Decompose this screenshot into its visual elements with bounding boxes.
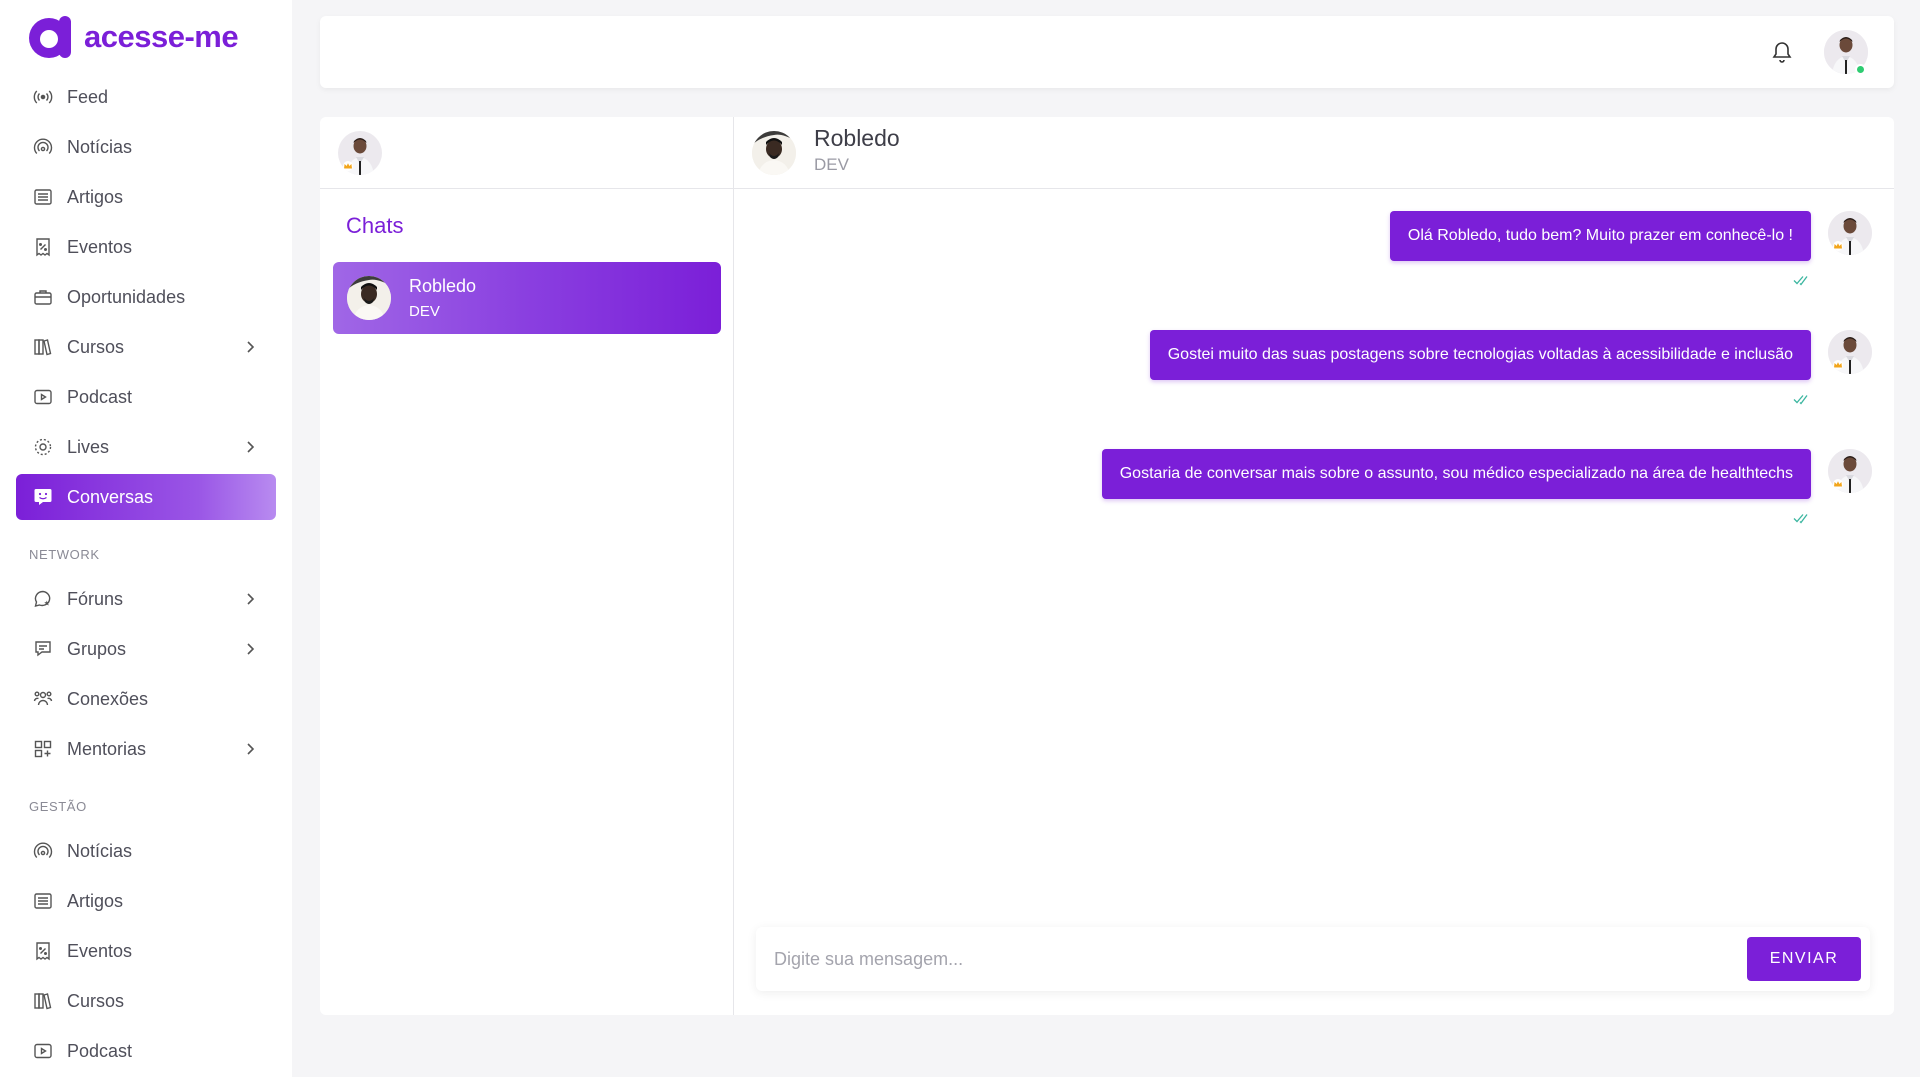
brand-name: acesse-me [84, 18, 239, 54]
crown-icon [1832, 360, 1844, 370]
sidebar-item-label: Eventos [67, 940, 133, 961]
sidebar-item-noticias[interactable]: Notícias [16, 124, 276, 170]
chevron-right-icon [242, 590, 258, 608]
current-user-avatar[interactable] [338, 131, 382, 175]
chat-panel: Chats Robledo DEV Robledo DEV Olá Robled… [320, 117, 1894, 1015]
crown-icon [1832, 241, 1844, 251]
sidebar-item-gestao-eventos[interactable]: Eventos [16, 928, 276, 974]
sidebar-item-podcast[interactable]: Podcast [16, 374, 276, 420]
sidebar-item-gestao-artigos[interactable]: Artigos [16, 878, 276, 924]
books-icon [33, 337, 53, 357]
group-chat-icon [33, 639, 53, 659]
sender-avatar [1828, 211, 1872, 255]
sidebar-item-label: Lives [67, 436, 110, 457]
top-bar [320, 16, 1894, 88]
conversation-header: Robledo DEV [734, 117, 1894, 189]
grid-icon [33, 739, 53, 759]
people-icon [33, 689, 53, 709]
signal-icon [33, 841, 53, 861]
signal-icon [33, 137, 53, 157]
chat-list-header [320, 117, 733, 189]
sidebar-item-label: Notícias [67, 840, 133, 861]
bell-icon[interactable] [1770, 38, 1794, 64]
sidebar-item-mentorias[interactable]: Mentorias [16, 726, 276, 772]
sidebar-item-label: Mentorias [67, 738, 147, 759]
conversation-pane: Robledo DEV Olá Robledo, tudo bem? Muito… [734, 117, 1894, 1015]
sidebar-item-label: Podcast [67, 1040, 133, 1061]
article-icon [33, 891, 53, 911]
logo-icon [29, 14, 72, 59]
sidebar-item-label: Conexões [67, 688, 149, 709]
contact-role: DEV [814, 155, 849, 174]
chat-list-item[interactable]: Robledo DEV [333, 262, 721, 334]
briefcase-icon [33, 287, 53, 307]
sidebar-item-label: Eventos [67, 236, 133, 257]
crown-icon [342, 161, 354, 171]
sidebar-item-label: Artigos [67, 890, 124, 911]
play-icon [33, 1041, 53, 1061]
sidebar-item-label: Artigos [67, 186, 124, 207]
sidebar-item-oportunidades[interactable]: Oportunidades [16, 274, 276, 320]
message-input[interactable] [756, 927, 1736, 991]
sidebar-item-gestao-podcast[interactable]: Podcast [16, 1028, 276, 1074]
sidebar-item-feed[interactable]: Feed [16, 74, 276, 120]
read-check-icon [1793, 395, 1808, 405]
contact-role: DEV [409, 303, 440, 320]
sidebar-item-label: Podcast [67, 386, 133, 407]
section-label-network: NETWORK [29, 547, 100, 562]
live-icon [33, 437, 53, 457]
sidebar-item-label: Oportunidades [67, 286, 186, 307]
books-icon [33, 991, 53, 1011]
chevron-right-icon [242, 438, 258, 456]
contact-avatar [347, 276, 391, 320]
crown-icon [1832, 479, 1844, 489]
sidebar-item-conexoes[interactable]: Conexões [16, 676, 276, 722]
brand-logo[interactable]: acesse-me [29, 14, 239, 59]
sidebar-item-conversas[interactable]: Conversas [16, 474, 276, 520]
message-bubble: Olá Robledo, tudo bem? Muito prazer em c… [1389, 211, 1811, 261]
read-check-icon [1793, 276, 1808, 286]
message-bubble: Gostaria de conversar mais sobre o assun… [1101, 449, 1811, 499]
contact-name: Robledo [409, 276, 477, 296]
message-bubble: Gostei muito das suas postagens sobre te… [1149, 330, 1811, 380]
sidebar-item-artigos[interactable]: Artigos [16, 174, 276, 220]
play-icon [33, 387, 53, 407]
sidebar-item-label: Notícias [67, 136, 133, 157]
sidebar-item-lives[interactable]: Lives [16, 424, 276, 470]
section-label-gestao: GESTÃO [29, 799, 87, 814]
chevron-right-icon [242, 740, 258, 758]
sidebar-item-label: Conversas [67, 486, 154, 507]
forum-icon [33, 589, 53, 609]
receipt-icon [33, 941, 53, 961]
contact-avatar[interactable] [752, 131, 796, 175]
sidebar-item-cursos[interactable]: Cursos [16, 324, 276, 370]
chat-list-pane: Chats Robledo DEV [320, 117, 734, 1015]
chats-title: Chats [346, 213, 404, 238]
sidebar-item-label: Grupos [67, 638, 127, 659]
broadcast-icon [33, 87, 53, 107]
receipt-icon [33, 237, 53, 257]
sidebar-item-label: Feed [67, 86, 109, 107]
chevron-right-icon [242, 338, 258, 356]
contact-name: Robledo [814, 125, 900, 151]
sidebar-item-grupos[interactable]: Grupos [16, 626, 276, 672]
sidebar-item-foruns[interactable]: Fóruns [16, 576, 276, 622]
sidebar: acesse-me Feed Notícias Artigos Eventos [0, 0, 292, 1077]
sidebar-item-gestao-noticias[interactable]: Notícias [16, 828, 276, 874]
sidebar-item-label: Cursos [67, 336, 125, 357]
chevron-right-icon [242, 640, 258, 658]
read-check-icon [1793, 514, 1808, 524]
sender-avatar [1828, 449, 1872, 493]
chat-icon [33, 487, 53, 507]
sidebar-item-gestao-cursos[interactable]: Cursos [16, 978, 276, 1024]
send-button[interactable]: ENVIAR [1747, 937, 1861, 981]
main-nav: Feed Notícias Artigos Eventos Oportunida… [16, 74, 276, 1077]
message-composer: ENVIAR [756, 927, 1870, 991]
article-icon [33, 187, 53, 207]
sidebar-item-label: Cursos [67, 990, 125, 1011]
sidebar-item-label: Fóruns [67, 588, 124, 609]
sender-avatar [1828, 330, 1872, 374]
online-status-indicator [1855, 64, 1866, 75]
sidebar-item-eventos[interactable]: Eventos [16, 224, 276, 270]
